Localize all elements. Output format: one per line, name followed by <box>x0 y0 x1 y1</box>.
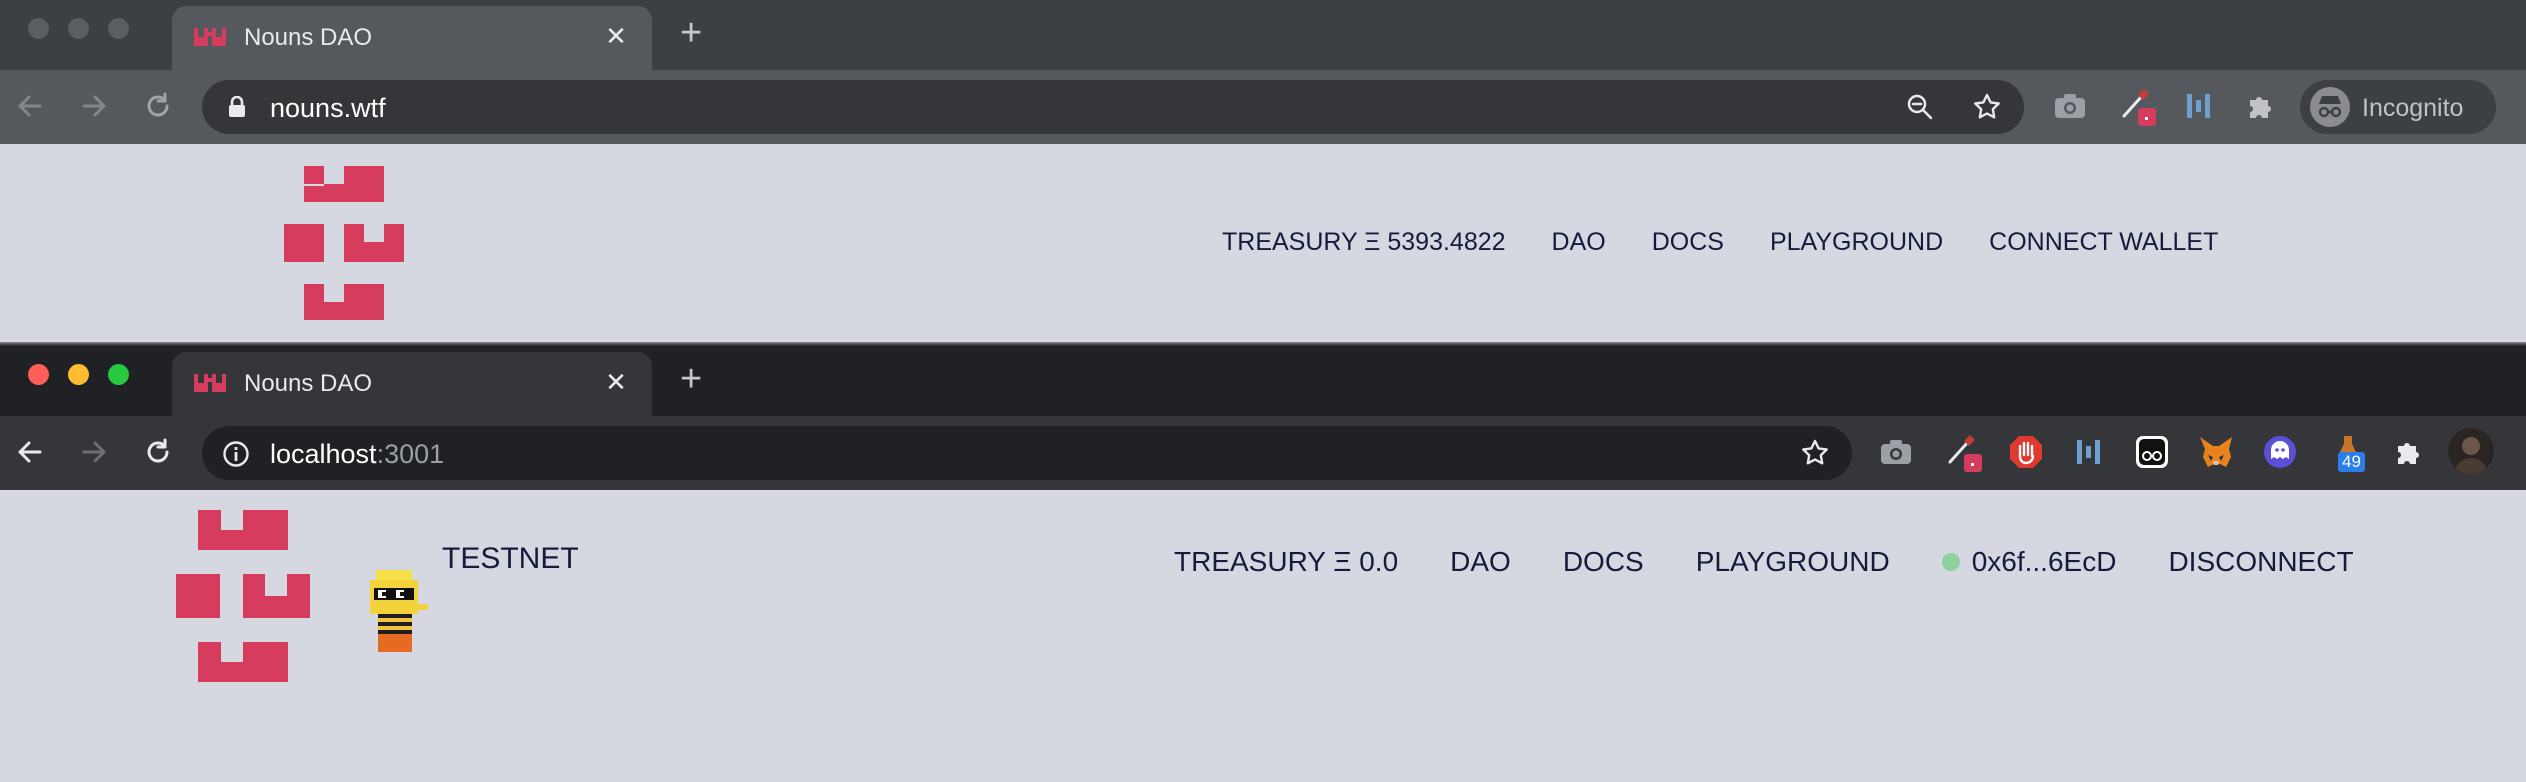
glasses-icon <box>2136 436 2168 468</box>
nouns-page-localhost: TESTNET TREASURY Ξ 0.0 DAO DOCS PLAYGROU… <box>0 490 2526 782</box>
puzzle-icon <box>2250 97 2271 118</box>
screenshot-extension[interactable] <box>2050 86 2090 126</box>
camera-icon <box>2055 94 2085 118</box>
forward-button[interactable] <box>72 84 116 128</box>
network-label: TESTNET <box>442 542 579 575</box>
color-picker-extension[interactable] <box>2118 86 2158 126</box>
incognito-label: Incognito <box>2362 94 2464 122</box>
nouns-page-production: TREASURY Ξ 5393.4822 DAO DOCS PLAYGROUND… <box>0 144 2526 346</box>
browser-window-production: Nouns DAO ✕ + nouns.wtf Incognito TREASU… <box>0 0 2526 346</box>
browser-toolbar: nouns.wtf Incognito <box>0 70 2526 144</box>
nav-link-dao[interactable]: DAO <box>1450 546 1511 578</box>
stop-hand-icon <box>2010 436 2042 468</box>
nav-link-playground[interactable]: PLAYGROUND <box>1770 228 1943 257</box>
avatar-icon <box>2454 437 2488 474</box>
fox-icon <box>2200 437 2232 467</box>
url-host: localhost <box>270 439 377 469</box>
new-tab-button[interactable]: + <box>680 360 702 398</box>
connect-wallet-button[interactable]: CONNECT WALLET <box>1989 228 2218 257</box>
treasury-balance[interactable]: TREASURY Ξ 0.0 <box>1174 546 1398 578</box>
pipette-icon <box>1948 435 1982 472</box>
nav-link-docs[interactable]: DOCS <box>1652 228 1724 257</box>
lock-icon <box>229 96 245 117</box>
incognito-profile-button[interactable]: Incognito <box>2300 80 2496 134</box>
disconnect-button[interactable]: DISCONNECT <box>2168 546 2353 578</box>
ghost-icon <box>2264 436 2296 468</box>
reload-button[interactable] <box>136 84 180 128</box>
nav-link-dao[interactable]: DAO <box>1552 228 1606 257</box>
back-arrow-icon <box>18 95 42 117</box>
tab-strip: Nouns DAO ✕ + <box>0 0 2526 70</box>
reload-icon <box>147 92 169 117</box>
zoom-window-button[interactable] <box>108 364 129 385</box>
url-text: localhost:3001 <box>270 439 444 470</box>
zoom-window-button[interactable] <box>108 18 129 39</box>
window-controls <box>28 364 129 385</box>
forward-arrow-icon <box>82 95 106 117</box>
main-nav: TREASURY Ξ 0.0 DAO DOCS PLAYGROUND 0x6f.… <box>1174 546 2354 578</box>
extensions-button[interactable] <box>2388 432 2428 472</box>
back-arrow-icon <box>18 441 42 463</box>
star-icon[interactable] <box>1800 438 1830 468</box>
tab-title: Nouns DAO <box>244 24 373 51</box>
browser-window-localhost: Nouns DAO ✕ + localhost:3001 49 TESTNET … <box>0 346 2526 782</box>
wallet-address[interactable]: 0x6f...6EcD <box>1972 546 2117 578</box>
camera-icon <box>1881 440 1911 464</box>
nav-link-docs[interactable]: DOCS <box>1563 546 1644 578</box>
info-icon <box>223 441 249 467</box>
nouns-logo[interactable] <box>284 166 404 320</box>
extension-badge: 49 <box>2338 452 2365 472</box>
address-bar[interactable]: nouns.wtf <box>202 80 2024 134</box>
minimize-window-button[interactable] <box>68 18 89 39</box>
url-text: nouns.wtf <box>270 93 386 123</box>
pipette-icon <box>2122 89 2156 126</box>
reload-icon <box>147 438 169 463</box>
tab-nouns-dao[interactable]: Nouns DAO ✕ <box>172 6 652 70</box>
tab-title: Nouns DAO <box>244 370 373 397</box>
minimize-window-button[interactable] <box>68 364 89 385</box>
bars-extension[interactable] <box>2178 86 2218 126</box>
main-nav: TREASURY Ξ 5393.4822 DAO DOCS PLAYGROUND… <box>1222 228 2218 257</box>
close-window-button[interactable] <box>28 18 49 39</box>
ghost-extension[interactable] <box>2260 432 2300 472</box>
forward-button[interactable] <box>72 430 116 474</box>
back-button[interactable] <box>8 84 52 128</box>
address-bar[interactable]: localhost:3001 <box>202 426 1852 480</box>
bars-icon <box>2187 94 2210 118</box>
bars-icon <box>2077 440 2100 464</box>
extensions-button[interactable] <box>2240 86 2280 126</box>
back-button[interactable] <box>8 430 52 474</box>
zoom-out-icon[interactable] <box>1906 93 1934 121</box>
badge-extension[interactable]: 49 <box>2332 432 2372 472</box>
tab-close-icon[interactable]: ✕ <box>602 22 630 50</box>
forward-arrow-icon <box>82 441 106 463</box>
tab-strip: Nouns DAO ✕ + <box>0 346 2526 416</box>
screenshot-extension[interactable] <box>1876 432 1916 472</box>
nav-link-playground[interactable]: PLAYGROUND <box>1696 546 1890 578</box>
reload-button[interactable] <box>136 430 180 474</box>
tab-close-icon[interactable]: ✕ <box>602 368 630 396</box>
puzzle-icon <box>2398 443 2419 464</box>
connected-status-dot <box>1941 553 1960 571</box>
nouns-favicon-icon <box>194 374 226 392</box>
adblock-extension[interactable] <box>2006 432 2046 472</box>
incognito-icon <box>2310 87 2350 127</box>
color-picker-extension[interactable] <box>1944 432 1984 472</box>
star-icon[interactable] <box>1972 92 2002 122</box>
close-window-button[interactable] <box>28 364 49 385</box>
url-port: :3001 <box>376 439 445 469</box>
profile-avatar[interactable] <box>2448 428 2494 474</box>
nouns-logo[interactable] <box>176 510 310 682</box>
tab-nouns-dao[interactable]: Nouns DAO ✕ <box>172 352 652 416</box>
metamask-extension[interactable] <box>2196 432 2236 472</box>
window-controls <box>28 18 129 39</box>
nouns-favicon-icon <box>194 28 226 46</box>
noun-character-icon <box>370 570 428 652</box>
bars-extension[interactable] <box>2068 432 2108 472</box>
browser-toolbar: localhost:3001 49 <box>0 416 2526 490</box>
treasury-balance[interactable]: TREASURY Ξ 5393.4822 <box>1222 228 1506 257</box>
glasses-extension[interactable] <box>2132 432 2172 472</box>
new-tab-button[interactable]: + <box>680 14 702 52</box>
